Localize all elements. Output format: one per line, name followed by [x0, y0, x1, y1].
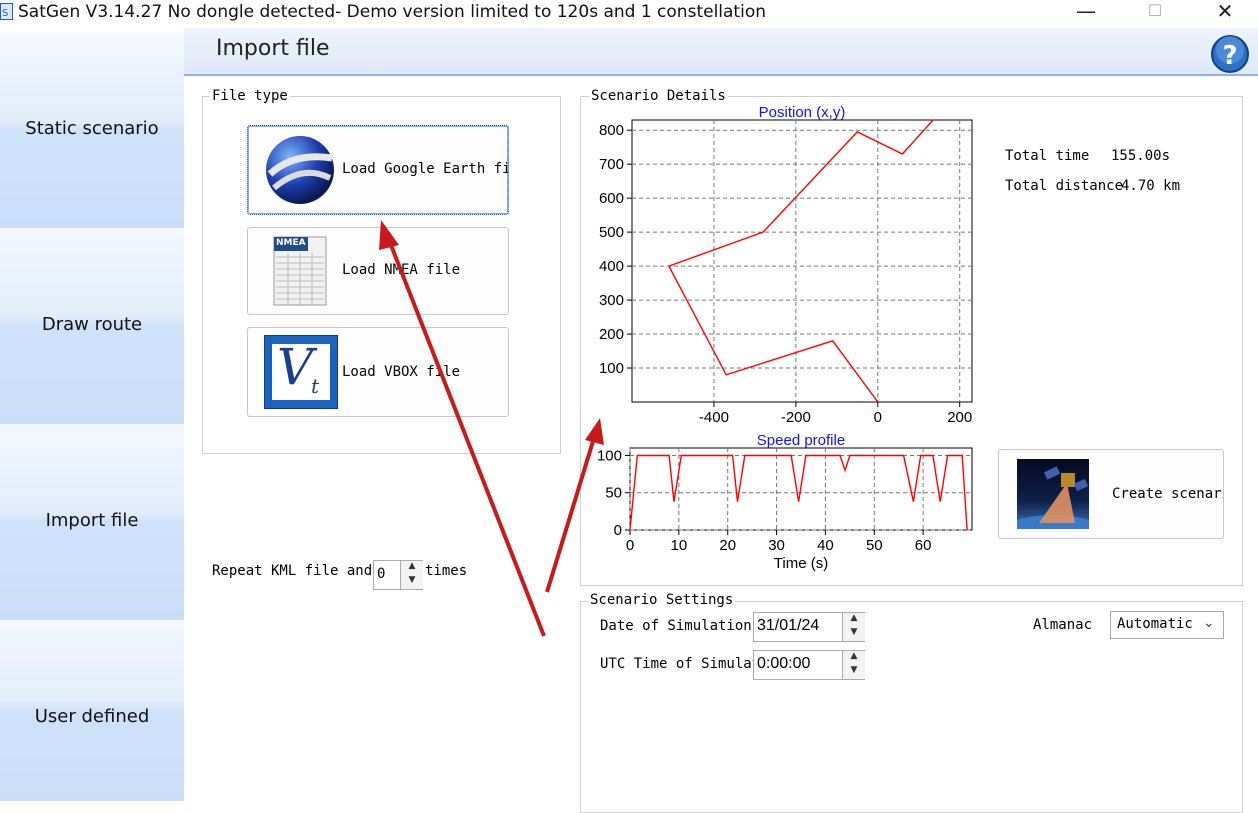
minimize-button[interactable]: —: [1066, 0, 1106, 24]
y-tick-label: 700: [599, 156, 624, 173]
almanac-value: Automatic: [1117, 616, 1193, 632]
satellite-icon: [999, 459, 1113, 538]
spin-down-icon[interactable]: ▼: [843, 627, 865, 641]
x-tick-label: -200: [781, 409, 811, 426]
y-tick-label: 500: [599, 224, 624, 241]
spin-down-icon[interactable]: ▼: [401, 575, 423, 589]
x-tick-label: 40: [817, 537, 834, 554]
create-scenario-label: Create scenario: [1112, 486, 1223, 502]
repeat-count-spinner[interactable]: 0 ▲ ▼: [373, 560, 423, 590]
total-distance-label: Total distance: [1005, 178, 1124, 194]
x-tick-label: 20: [719, 537, 736, 554]
x-tick-label: 30: [768, 537, 785, 554]
spin-up-icon[interactable]: ▲: [401, 561, 423, 575]
x-tick-label: -400: [699, 409, 729, 426]
spin-up-icon[interactable]: ▲: [843, 651, 865, 665]
almanac-dropdown[interactable]: Automatic ⌄: [1110, 611, 1224, 639]
y-tick-label: 50: [605, 485, 622, 502]
date-picker[interactable]: 31/01/24 ▲ ▼: [753, 612, 865, 642]
svg-text:S: S: [2, 8, 8, 19]
window-title: SatGen V3.14.27 No dongle detected- Demo…: [18, 2, 766, 22]
satgen-app-icon: S: [0, 3, 13, 20]
nmea-icon-text: NMEA: [276, 238, 306, 248]
repeat-label: Repeat KML file and: [212, 563, 373, 579]
load-vbox-label: Load VBOX file: [342, 364, 461, 380]
nav-label: User defined: [34, 706, 150, 727]
create-scenario-button[interactable]: Create scenario: [998, 449, 1224, 539]
x-tick-label: 0: [874, 409, 882, 426]
vbox-icon: V t: [264, 335, 338, 409]
y-tick-label: 100: [597, 447, 622, 464]
almanac-label: Almanac: [1033, 617, 1093, 633]
load-vbox-button[interactable]: V t Load VBOX file: [247, 327, 509, 417]
nav-label: Static scenario: [25, 118, 159, 139]
vbox-icon-sub: t: [311, 374, 320, 398]
chart-title: Position (x,y): [759, 104, 846, 121]
close-button[interactable]: ✕: [1205, 0, 1245, 24]
x-tick-label: 60: [915, 537, 932, 554]
load-google-earth-label: Load Google Earth file: [342, 161, 508, 177]
spin-down-icon[interactable]: ▼: [843, 665, 865, 679]
vbox-icon-letter: V: [277, 338, 314, 396]
title-bar: S SatGen V3.14.27 No dongle detected- De…: [0, 0, 1258, 24]
google-earth-icon: [264, 134, 336, 206]
utc-time-picker[interactable]: 0:00:00 ▲ ▼: [753, 650, 865, 680]
date-value: 31/01/24: [757, 617, 820, 634]
nav-static-scenario[interactable]: Static scenario: [0, 32, 184, 228]
y-tick-label: 600: [599, 190, 624, 207]
chart-title: Speed profile: [757, 432, 845, 449]
position-chart: Position (x,y) -400 -200 0 200 100 200 300 400 50…: [599, 104, 973, 426]
y-tick-label: 400: [599, 258, 624, 275]
help-icon[interactable]: ?: [1210, 34, 1250, 74]
page-title: Import file: [216, 36, 330, 61]
repeat-times-label: times: [425, 563, 468, 579]
chevron-down-icon: ⌄: [1203, 615, 1215, 631]
y-tick-label: 800: [599, 122, 624, 139]
x-axis-label: Time (s): [774, 555, 828, 572]
total-time-value: 155.00s: [1111, 148, 1171, 164]
nav-import-file[interactable]: Import file: [0, 424, 184, 620]
file-type-label: File type: [210, 88, 290, 104]
page-header: Import file ?: [184, 28, 1258, 76]
nav-draw-route[interactable]: Draw route: [0, 228, 184, 424]
x-tick-label: 10: [671, 537, 688, 554]
x-tick-label: 0: [626, 537, 634, 554]
repeat-count-value: 0: [377, 566, 386, 582]
nav-user-defined[interactable]: User defined: [0, 620, 184, 801]
maximize-button[interactable]: ☐: [1135, 0, 1175, 24]
total-distance-value: 4.70 km: [1121, 178, 1181, 194]
load-nmea-label: Load NMEA file: [342, 262, 461, 278]
scenario-settings-label: Scenario Settings: [588, 592, 736, 608]
spin-up-icon[interactable]: ▲: [843, 613, 865, 627]
load-google-earth-button[interactable]: Load Google Earth file: [247, 125, 509, 215]
utc-time-value: 0:00:00: [757, 655, 811, 672]
nav-label: Import file: [45, 510, 139, 531]
nav-label: Draw route: [41, 314, 143, 335]
y-tick-label: 300: [599, 292, 624, 309]
y-tick-label: 100: [599, 360, 624, 377]
load-nmea-button[interactable]: NMEA Load NMEA file: [247, 227, 509, 315]
x-tick-label: 50: [866, 537, 883, 554]
speed-profile-chart: Speed profile 0 10 20 30 40 50 60 0 50 100 Time (s): [597, 432, 973, 572]
date-label: Date of Simulation: [600, 618, 752, 634]
y-tick-label: 0: [614, 522, 622, 539]
svg-text:?: ?: [1222, 41, 1237, 71]
x-tick-label: 200: [947, 409, 972, 426]
nmea-file-icon: NMEA: [272, 235, 330, 307]
total-time-label: Total time: [1005, 148, 1090, 164]
utc-time-label: UTC Time of Simulation: [600, 656, 754, 672]
y-tick-label: 200: [599, 326, 624, 343]
